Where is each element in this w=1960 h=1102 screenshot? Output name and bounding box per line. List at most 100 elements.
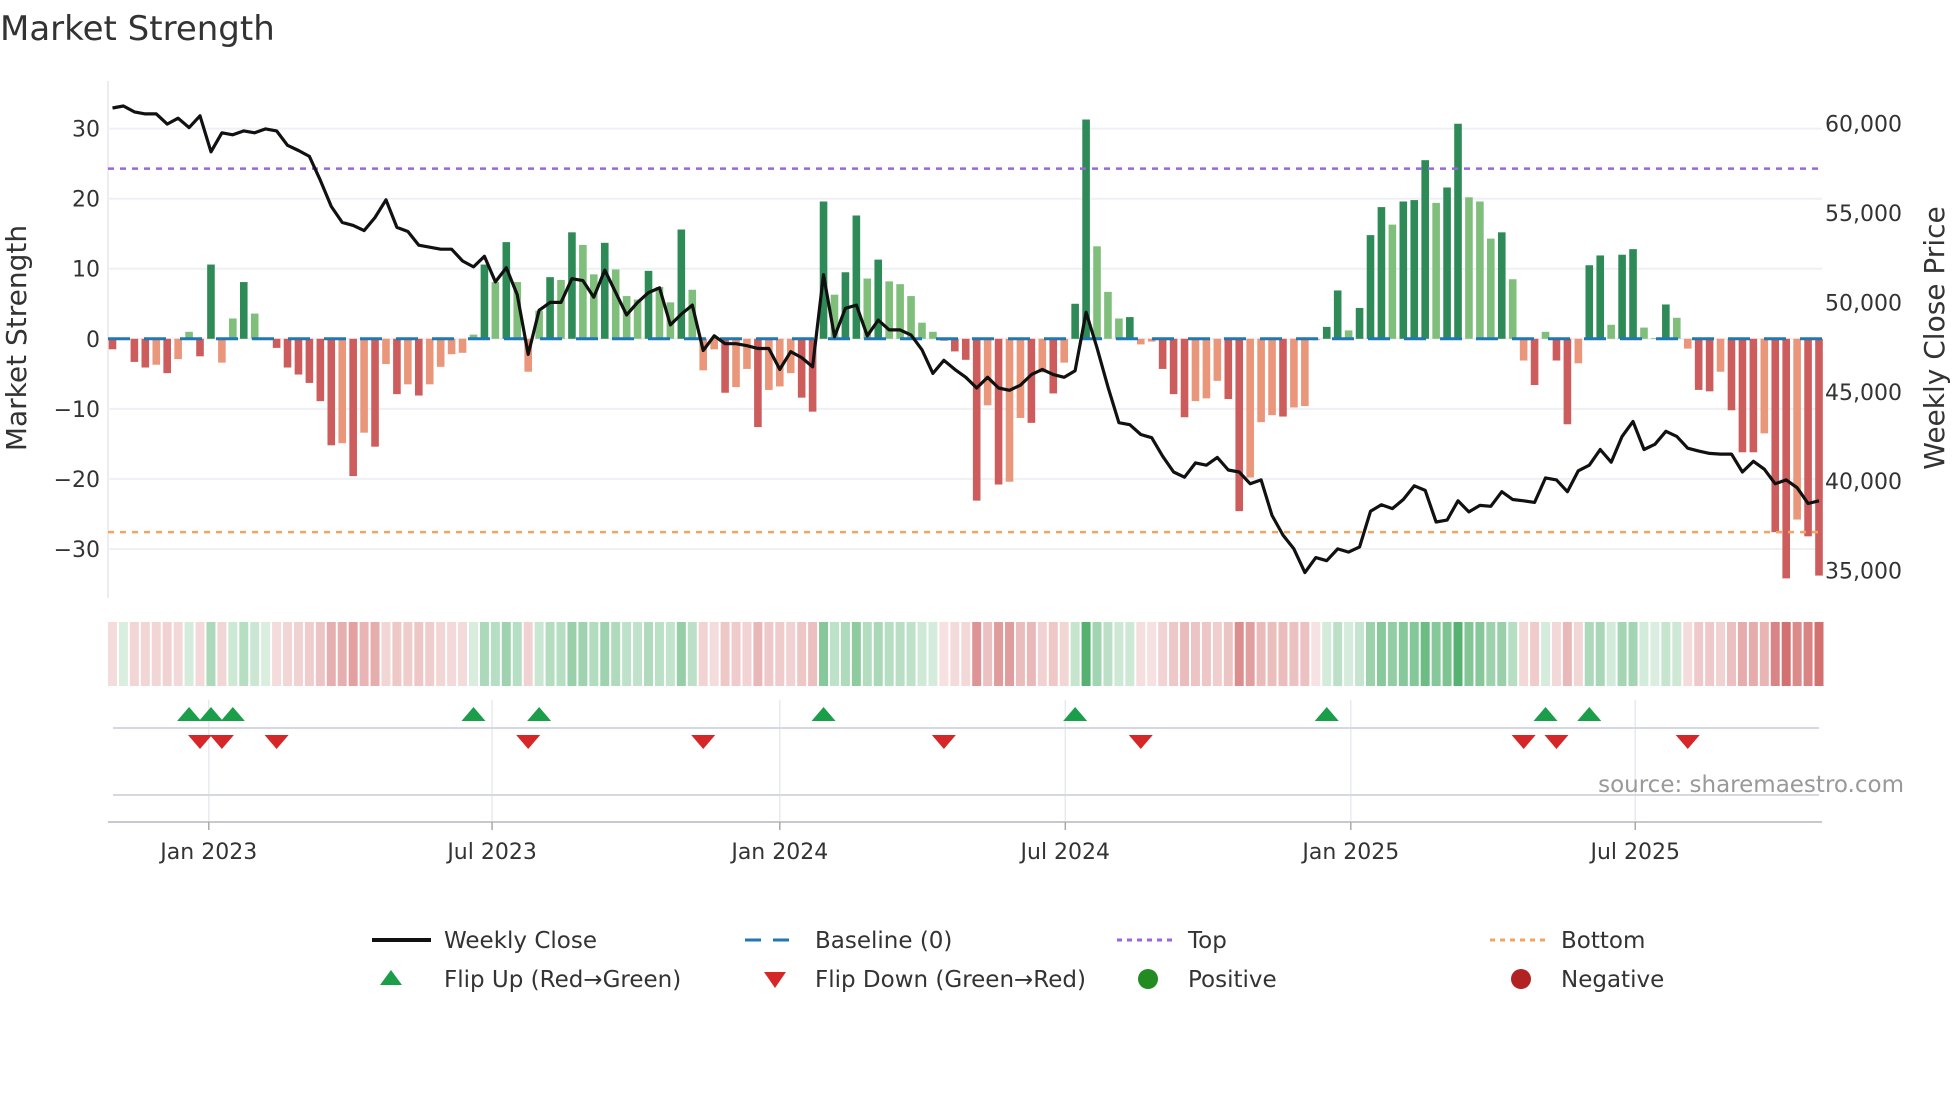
flip-down-marker: [931, 735, 956, 749]
strip-cell: [1005, 622, 1015, 686]
strip-cell: [556, 622, 566, 686]
strip-cell: [1125, 622, 1135, 686]
strength-bar: [1169, 338, 1178, 395]
strip-cell: [1716, 622, 1726, 686]
strip-cell: [326, 622, 336, 686]
right-axis-label: Weekly Close Price: [1918, 206, 1951, 469]
strip-cell: [1562, 622, 1572, 686]
strip-cell: [425, 622, 435, 686]
strength-bar: [1322, 326, 1331, 339]
strip-cell: [589, 622, 599, 686]
strip-cell: [742, 622, 752, 686]
strip-cell: [851, 622, 861, 686]
legend-label: Flip Up (Red→Green): [444, 967, 681, 993]
strength-bar: [1672, 317, 1681, 339]
strength-bar: [841, 272, 850, 339]
strip-cell: [490, 622, 500, 686]
strength-bar: [480, 264, 489, 339]
strength-bar: [1027, 338, 1036, 423]
strength-bar: [382, 338, 390, 365]
strip-cell: [808, 622, 818, 686]
flip-down-marker: [209, 735, 234, 749]
strip-cell: [1245, 622, 1255, 686]
strip-cell: [622, 622, 632, 686]
strip-cell: [1136, 622, 1146, 686]
flip-up-marker: [811, 707, 836, 721]
strength-bar: [1782, 338, 1790, 579]
strip-cell: [1803, 622, 1813, 686]
legend-item-top: Top: [1117, 928, 1227, 954]
strength-bar: [1519, 338, 1528, 361]
strip-cell: [862, 622, 872, 686]
strip-cell: [1606, 622, 1616, 686]
strength-bar: [600, 242, 609, 339]
strip-cell: [840, 622, 850, 686]
strip-cell: [1486, 622, 1496, 686]
strip-cell: [283, 622, 293, 686]
strength-bar: [1760, 338, 1769, 434]
strip-cell: [1705, 622, 1715, 686]
strip-cell: [250, 622, 260, 686]
strip-cell: [654, 622, 664, 686]
strength-bar: [1202, 338, 1211, 399]
strip-cell: [884, 622, 894, 686]
strip-cell: [1289, 622, 1299, 686]
right-tick-label: 55,000: [1825, 202, 1902, 227]
strip-cell: [1256, 622, 1266, 686]
market-strength-chart: Market Strength 30 20 10 0 −10 −20 −30 60,000 5…: [0, 9, 1951, 993]
legend-item-negative: Negative: [1511, 967, 1664, 993]
strip-cell: [523, 622, 533, 686]
strength-bar: [360, 338, 368, 433]
strip-cell: [261, 622, 271, 686]
strength-bar: [1333, 290, 1342, 339]
strip-cell: [578, 622, 588, 686]
strip-cell: [950, 622, 960, 686]
x-tick-label: Jul 2024: [1019, 840, 1111, 865]
strength-bar: [1618, 254, 1626, 339]
strip-cell: [370, 622, 380, 686]
strength-bar: [141, 338, 150, 368]
circle-icon: [1511, 969, 1531, 989]
legend-label: Positive: [1188, 967, 1277, 993]
strength-bar: [1585, 265, 1594, 339]
strip-cell: [819, 622, 829, 686]
strip-cell: [479, 622, 489, 686]
strength-bar: [611, 269, 620, 339]
strip-cell: [315, 622, 325, 686]
strip-cell: [1431, 622, 1441, 686]
right-tick-label: 35,000: [1825, 559, 1902, 584]
strip-cell: [1355, 622, 1365, 686]
strength-bar: [1388, 224, 1397, 339]
strength-bar: [1749, 338, 1758, 453]
strip-cell: [447, 622, 457, 686]
strength-bar: [1136, 338, 1145, 345]
strength-bar: [929, 331, 937, 339]
strength-bar: [1629, 249, 1637, 339]
strip-cell: [458, 622, 468, 686]
strip-cell: [1453, 622, 1463, 686]
strength-bar: [557, 279, 565, 339]
strength-bar: [1476, 201, 1484, 339]
strength-bar: [152, 338, 161, 365]
strength-bar: [797, 338, 806, 398]
flip-up-marker: [527, 707, 552, 721]
strip-cell: [1212, 622, 1222, 686]
strip-cell: [239, 622, 249, 686]
strip-cell: [195, 622, 205, 686]
strip-cell: [1628, 622, 1638, 686]
flip-up-marker: [220, 707, 245, 721]
strip-cell: [1442, 622, 1452, 686]
strip-cell: [1650, 622, 1660, 686]
left-axis-label: Market Strength: [0, 225, 33, 451]
strip-cell: [1026, 622, 1036, 686]
source-note: source: sharemaestro.com: [1598, 772, 1904, 798]
strip-cell: [1059, 622, 1069, 686]
strip-cell: [1683, 622, 1693, 686]
strip-cell: [1376, 622, 1386, 686]
strength-bar: [546, 277, 554, 339]
strength-bar: [1213, 338, 1222, 381]
flip-down-marker: [1675, 735, 1700, 749]
strip-cell: [906, 622, 916, 686]
flip-up-marker: [1577, 707, 1602, 721]
strip-cell: [436, 622, 446, 686]
